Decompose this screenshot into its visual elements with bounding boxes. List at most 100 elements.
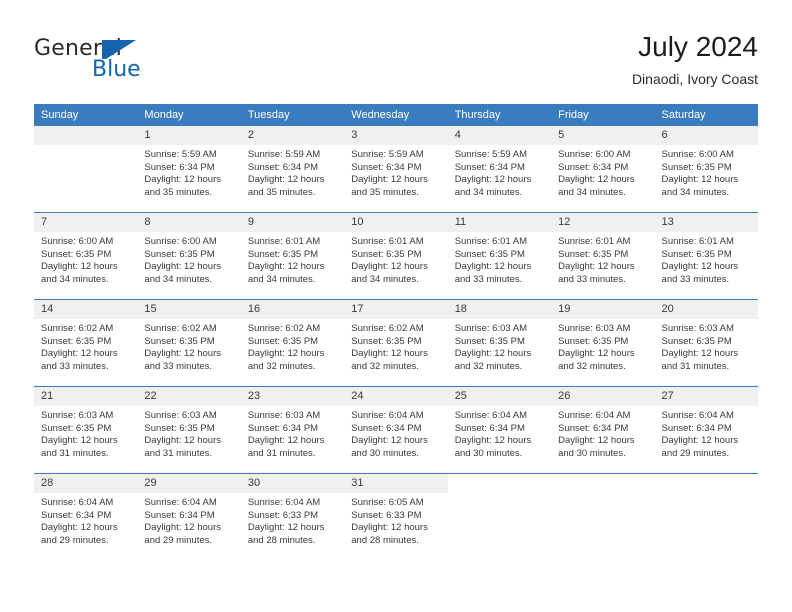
day-cell[interactable]: 26 Sunrise: 6:04 AM Sunset: 6:34 PM Dayligh… <box>551 386 655 474</box>
day-cell[interactable]: 31 Sunrise: 6:05 AM Sunset: 6:33 PM Dayligh… <box>344 473 448 560</box>
daylight-text: Daylight: 12 hours <box>41 435 118 447</box>
daylight-text: Daylight: 12 hours <box>661 261 739 273</box>
day-cell[interactable]: 19 Sunrise: 6:03 AM Sunset: 6:35 PM Dayligh… <box>551 299 655 387</box>
day-cell[interactable]: 15 Sunrise: 6:02 AM Sunset: 6:35 PM Dayligh… <box>137 299 241 387</box>
daylight-text: and 29 minutes. <box>144 534 213 546</box>
daylight-text: Daylight: 12 hours <box>247 174 325 186</box>
day-details: Sunrise: 6:02 AM Sunset: 6:35 PM Daylight:… <box>344 319 447 373</box>
week-row: 28 Sunrise: 6:04 AM Sunset: 6:34 PM Dayligh… <box>34 473 758 560</box>
day-details <box>551 493 654 497</box>
day-cell[interactable]: 21 Sunrise: 6:03 AM Sunset: 6:35 PM Dayligh… <box>34 386 138 474</box>
day-cell[interactable]: 7 Sunrise: 6:00 AM Sunset: 6:35 PM Daylight… <box>34 212 138 300</box>
empty-day-cell <box>654 473 758 560</box>
day-details: Sunrise: 6:00 AM Sunset: 6:34 PM Daylight:… <box>551 145 654 199</box>
sunset-text: Sunset: 6:35 PM <box>454 335 525 347</box>
day-cell[interactable]: 5 Sunrise: 6:00 AM Sunset: 6:34 PM Daylight… <box>551 126 655 213</box>
day-cell[interactable]: 28 Sunrise: 6:04 AM Sunset: 6:34 PM Dayligh… <box>34 473 138 560</box>
day-cell[interactable]: 10 Sunrise: 6:01 AM Sunset: 6:35 PM Dayligh… <box>344 212 448 300</box>
day-number: 31 <box>344 474 448 493</box>
day-details: Sunrise: 6:00 AM Sunset: 6:35 PM Daylight:… <box>655 145 758 199</box>
day-cell[interactable]: 8 Sunrise: 6:00 AM Sunset: 6:35 PM Daylight… <box>137 212 241 300</box>
day-cell[interactable]: 14 Sunrise: 6:02 AM Sunset: 6:35 PM Dayligh… <box>34 299 138 387</box>
day-number: 27 <box>654 387 758 406</box>
sunrise-text: Sunrise: 6:05 AM <box>351 497 424 508</box>
daylight-text: and 33 minutes. <box>558 273 626 285</box>
empty-day-cell <box>34 126 138 213</box>
sunrise-text: Sunrise: 6:01 AM <box>351 236 424 247</box>
day-details: Sunrise: 6:01 AM Sunset: 6:35 PM Daylight:… <box>551 232 654 286</box>
sunset-text: Sunset: 6:35 PM <box>144 335 215 347</box>
daylight-text: and 31 minutes. <box>247 447 316 459</box>
day-details: Sunrise: 6:01 AM Sunset: 6:35 PM Daylight:… <box>344 232 447 286</box>
sunrise-text: Sunrise: 6:04 AM <box>247 497 321 508</box>
day-number: 1 <box>137 126 241 145</box>
day-number: 19 <box>551 300 655 319</box>
day-number: 26 <box>551 387 655 406</box>
day-cell[interactable]: 24 Sunrise: 6:04 AM Sunset: 6:34 PM Dayligh… <box>344 386 448 474</box>
sunset-text: Sunset: 6:34 PM <box>144 509 215 521</box>
sunset-text: Sunset: 6:35 PM <box>41 335 112 347</box>
weekday-header-monday: Monday <box>137 104 241 126</box>
daylight-text: and 30 minutes. <box>558 447 626 459</box>
day-cell[interactable]: 25 Sunrise: 6:04 AM Sunset: 6:34 PM Dayligh… <box>447 386 552 474</box>
day-cell[interactable]: 9 Sunrise: 6:01 AM Sunset: 6:35 PM Daylight… <box>240 212 345 300</box>
day-cell[interactable]: 20 Sunrise: 6:03 AM Sunset: 6:35 PM Dayligh… <box>654 299 758 387</box>
day-number: 6 <box>654 126 758 145</box>
daylight-text: and 34 minutes. <box>144 273 213 285</box>
day-cell[interactable]: 27 Sunrise: 6:04 AM Sunset: 6:34 PM Dayligh… <box>654 386 758 474</box>
daylight-text: and 30 minutes. <box>351 447 419 459</box>
day-number <box>34 126 138 145</box>
empty-day-cell <box>551 473 655 560</box>
daylight-text: Daylight: 12 hours <box>558 261 635 273</box>
day-cell[interactable]: 22 Sunrise: 6:03 AM Sunset: 6:35 PM Dayligh… <box>137 386 241 474</box>
day-number: 3 <box>344 126 448 145</box>
day-cell[interactable]: 11 Sunrise: 6:01 AM Sunset: 6:35 PM Dayligh… <box>447 212 552 300</box>
day-details: Sunrise: 6:02 AM Sunset: 6:35 PM Daylight:… <box>137 319 240 373</box>
day-number: 8 <box>137 213 241 232</box>
day-details: Sunrise: 6:02 AM Sunset: 6:35 PM Daylight:… <box>34 319 137 373</box>
day-cell[interactable]: 6 Sunrise: 6:00 AM Sunset: 6:35 PM Daylight… <box>654 126 758 213</box>
day-cell[interactable]: 1 Sunrise: 5:59 AM Sunset: 6:34 PM Daylight… <box>137 126 241 213</box>
day-details: Sunrise: 6:03 AM Sunset: 6:35 PM Daylight:… <box>137 406 240 460</box>
day-number <box>448 474 551 493</box>
daylight-text: Daylight: 12 hours <box>351 522 428 534</box>
day-cell[interactable]: 4 Sunrise: 5:59 AM Sunset: 6:34 PM Daylight… <box>447 126 552 213</box>
sunrise-text: Sunrise: 6:00 AM <box>41 236 114 247</box>
day-details: Sunrise: 5:59 AM Sunset: 6:34 PM Daylight:… <box>137 145 240 199</box>
day-cell[interactable]: 12 Sunrise: 6:01 AM Sunset: 6:35 PM Dayligh… <box>551 212 655 300</box>
sunrise-text: Sunrise: 6:02 AM <box>41 323 114 334</box>
day-details <box>448 493 551 497</box>
general-blue-logo[interactable]: General Blue <box>34 36 264 88</box>
day-number: 7 <box>34 213 138 232</box>
sunrise-text: Sunrise: 6:00 AM <box>144 236 217 247</box>
sunrise-text: Sunrise: 5:59 AM <box>454 149 528 160</box>
daylight-text: and 33 minutes. <box>661 273 730 285</box>
day-cell[interactable]: 16 Sunrise: 6:02 AM Sunset: 6:35 PM Dayligh… <box>240 299 345 387</box>
day-number: 14 <box>34 300 138 319</box>
sunrise-text: Sunrise: 6:04 AM <box>144 497 217 508</box>
sunset-text: Sunset: 6:34 PM <box>247 422 319 434</box>
day-cell[interactable]: 18 Sunrise: 6:03 AM Sunset: 6:35 PM Dayligh… <box>447 299 552 387</box>
day-cell[interactable]: 13 Sunrise: 6:01 AM Sunset: 6:35 PM Dayligh… <box>654 212 758 300</box>
daylight-text: Daylight: 12 hours <box>661 435 739 447</box>
daylight-text: and 32 minutes. <box>558 360 626 372</box>
day-cell[interactable]: 29 Sunrise: 6:04 AM Sunset: 6:34 PM Dayligh… <box>137 473 241 560</box>
weekday-header-tuesday: Tuesday <box>240 104 345 126</box>
day-number: 2 <box>240 126 345 145</box>
day-cell[interactable]: 23 Sunrise: 6:03 AM Sunset: 6:34 PM Dayligh… <box>240 386 345 474</box>
day-number: 28 <box>34 474 138 493</box>
sunset-text: Sunset: 6:35 PM <box>144 422 215 434</box>
day-number: 9 <box>240 213 345 232</box>
daylight-text: Daylight: 12 hours <box>351 435 428 447</box>
day-details: Sunrise: 6:04 AM Sunset: 6:34 PM Daylight:… <box>344 406 447 460</box>
day-cell[interactable]: 30 Sunrise: 6:04 AM Sunset: 6:33 PM Dayligh… <box>240 473 345 560</box>
sunset-text: Sunset: 6:34 PM <box>661 422 732 434</box>
day-cell[interactable]: 2 Sunrise: 5:59 AM Sunset: 6:34 PM Daylight… <box>240 126 345 213</box>
week-row: 7 Sunrise: 6:00 AM Sunset: 6:35 PM Daylight… <box>34 212 758 300</box>
daylight-text: Daylight: 12 hours <box>558 435 635 447</box>
daylight-text: and 28 minutes. <box>247 534 316 546</box>
day-cell[interactable]: 17 Sunrise: 6:02 AM Sunset: 6:35 PM Dayligh… <box>344 299 448 387</box>
daylight-text: Daylight: 12 hours <box>454 435 532 447</box>
day-cell[interactable]: 3 Sunrise: 5:59 AM Sunset: 6:34 PM Daylight… <box>344 126 448 213</box>
sunrise-text: Sunrise: 6:00 AM <box>661 149 734 160</box>
